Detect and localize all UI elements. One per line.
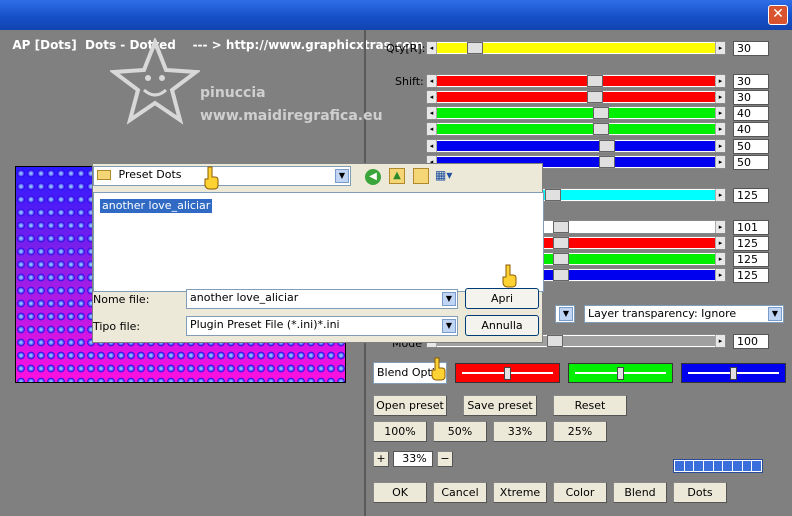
shift-value-3[interactable]: 40 [733, 106, 769, 121]
qty-slider[interactable]: ◂ ▸ [426, 41, 726, 55]
folder-icon [97, 170, 111, 180]
folder-name: Preset Dots [118, 168, 182, 181]
filename-value: another love_aliciar [190, 291, 299, 304]
shift-slider-green-1[interactable]: ◂ ▸ [426, 106, 726, 120]
zoom-25-button[interactable]: 25% [553, 421, 607, 442]
blue-color-slider[interactable] [681, 363, 786, 383]
shift-value-4[interactable]: 40 [733, 122, 769, 137]
shift-value-1[interactable]: 30 [733, 74, 769, 89]
filetype-label: Tipo file: [93, 320, 141, 333]
pointing-hand-icon [204, 166, 219, 190]
filename-label: Nome file: [93, 293, 150, 306]
folder-select[interactable]: Preset Dots ▼ [93, 166, 351, 186]
red-value[interactable]: 125 [733, 236, 769, 251]
file-list[interactable]: another love_aliciar [93, 192, 544, 292]
zoom-in-button[interactable]: + [373, 451, 389, 467]
mode-value[interactable]: 100 [733, 334, 769, 349]
list-item[interactable]: another love_aliciar [100, 199, 213, 213]
dots-button[interactable]: Dots [673, 482, 727, 503]
shift-value-5[interactable]: 50 [733, 139, 769, 154]
layer-transparency-select[interactable]: Layer transparency: Ignore ▼ [584, 305, 784, 323]
zoom-100-button[interactable]: 100% [373, 421, 427, 442]
blue-value[interactable]: 125 [733, 268, 769, 283]
shift-value-2[interactable]: 30 [733, 90, 769, 105]
reset-button[interactable]: Reset [553, 395, 627, 416]
green-value[interactable]: 125 [733, 252, 769, 267]
filetype-select[interactable]: Plugin Preset File (*.ini)*.ini ▼ [186, 316, 458, 336]
open-preset-button[interactable]: Open preset [373, 395, 447, 416]
chevron-down-icon: ▼ [559, 307, 573, 321]
up-folder-icon[interactable]: ▲ [389, 168, 405, 184]
cancel-button[interactable]: Cancel [433, 482, 487, 503]
logo-name: pinuccia [200, 85, 266, 101]
chevron-down-icon: ▼ [768, 307, 782, 321]
white-value[interactable]: 101 [733, 220, 769, 235]
shift-label: Shift: [395, 75, 424, 88]
shift-slider-green-2[interactable]: ◂ ▸ [426, 122, 726, 136]
layer-transparency-value: Layer transparency: Ignore [588, 307, 737, 320]
zoom-out-button[interactable]: − [437, 451, 453, 467]
filename-field[interactable]: another love_aliciar ▼ [186, 289, 458, 309]
back-icon[interactable]: ◀ [365, 169, 381, 185]
chevron-down-icon: ▼ [442, 319, 456, 333]
filetype-value: Plugin Preset File (*.ini)*.ini [190, 318, 340, 331]
shift-slider-red-2[interactable]: ◂ ▸ [426, 90, 726, 104]
color-button[interactable]: Color [553, 482, 607, 503]
zoom-33-button[interactable]: 33% [493, 421, 547, 442]
open-button[interactable]: Apri [465, 288, 539, 309]
green-color-slider[interactable] [568, 363, 673, 383]
qty-value[interactable]: 30 [733, 41, 769, 56]
zoom-value: 33% [393, 451, 433, 467]
star-logo-icon [110, 38, 200, 125]
cyan-value[interactable]: 125 [733, 188, 769, 203]
logo-url: www.maidiregrafica.eu [200, 108, 383, 124]
shift-slider-red-1[interactable]: ◂ ▸ [426, 74, 726, 88]
progress-bar [673, 459, 763, 473]
view-menu-icon[interactable]: ▦▾ [435, 168, 459, 184]
shift-slider-blue-1[interactable]: ◂ ▸ [426, 139, 726, 153]
shift-value-6[interactable]: 50 [733, 155, 769, 170]
chevron-down-icon: ▼ [442, 292, 456, 306]
chevron-down-icon: ▼ [335, 169, 349, 183]
new-folder-icon[interactable] [413, 168, 429, 184]
open-preset-dialog: Preset Dots ▼ ◀ ▲ ▦▾ another love_alicia… [92, 163, 544, 343]
save-preset-button[interactable]: Save preset [463, 395, 537, 416]
mode-select[interactable]: ▼ [555, 305, 575, 323]
close-button[interactable]: ✕ [768, 5, 788, 25]
window-title: AP [Dots] Dots - Dotted --- > http://www… [12, 38, 424, 52]
pointing-hand-icon [431, 357, 446, 381]
blend-button[interactable]: Blend [613, 482, 667, 503]
zoom-50-button[interactable]: 50% [433, 421, 487, 442]
dialog-cancel-button[interactable]: Annulla [465, 315, 539, 336]
title-bar: AP [Dots] Dots - Dotted --- > http://www… [0, 0, 792, 52]
xtreme-button[interactable]: Xtreme [493, 482, 547, 503]
qty-label: Qty[R]: [386, 42, 426, 55]
pointing-hand-icon [502, 264, 517, 288]
ok-button[interactable]: OK [373, 482, 427, 503]
red-color-slider[interactable] [455, 363, 560, 383]
